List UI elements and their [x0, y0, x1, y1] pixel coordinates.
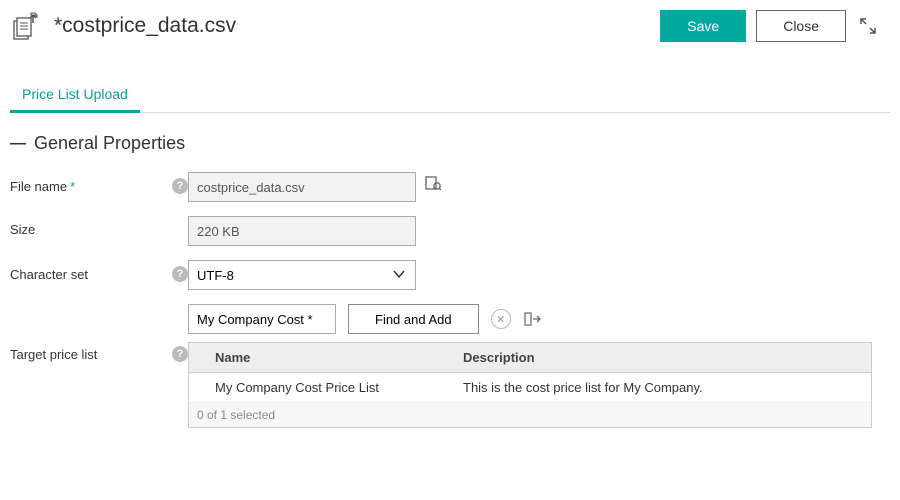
- expand-icon[interactable]: [854, 12, 882, 40]
- section-header: — General Properties: [10, 133, 890, 154]
- save-button[interactable]: Save: [660, 10, 746, 42]
- target-price-list-table: Name Description My Company Cost Price L…: [188, 342, 872, 428]
- file-name-field[interactable]: [188, 172, 416, 202]
- help-icon[interactable]: ?: [172, 346, 188, 362]
- charset-select[interactable]: [188, 260, 416, 290]
- charset-label: Character set: [10, 267, 88, 282]
- window-header: *costprice_data.csv Save Close: [0, 0, 900, 48]
- browse-icon[interactable]: [422, 172, 444, 194]
- find-and-add-button[interactable]: Find and Add: [348, 304, 479, 334]
- page-title: *costprice_data.csv: [54, 14, 236, 38]
- file-name-label: File name: [10, 179, 67, 194]
- target-label: Target price list: [10, 347, 97, 362]
- clear-icon[interactable]: ✕: [491, 309, 511, 329]
- size-label: Size: [10, 222, 35, 237]
- table-footer: 0 of 1 selected: [189, 403, 871, 427]
- column-name[interactable]: Name: [205, 343, 453, 372]
- document-upload-icon: [10, 10, 42, 42]
- table-header: Name Description: [189, 343, 871, 373]
- move-right-icon[interactable]: [523, 309, 543, 329]
- target-search-input[interactable]: [188, 304, 336, 334]
- cell-name: My Company Cost Price List: [205, 373, 453, 402]
- collapse-toggle-icon[interactable]: —: [10, 135, 28, 153]
- help-icon[interactable]: ?: [172, 266, 188, 282]
- table-row[interactable]: My Company Cost Price List This is the c…: [189, 373, 871, 403]
- required-indicator: *: [70, 179, 75, 194]
- size-field: [188, 216, 416, 246]
- section-title: General Properties: [34, 133, 185, 154]
- help-icon[interactable]: ?: [172, 178, 188, 194]
- tab-bar: Price List Upload: [10, 78, 890, 113]
- column-description[interactable]: Description: [453, 343, 871, 372]
- close-button[interactable]: Close: [756, 10, 846, 42]
- tab-price-list-upload[interactable]: Price List Upload: [10, 78, 140, 112]
- cell-description: This is the cost price list for My Compa…: [453, 373, 871, 402]
